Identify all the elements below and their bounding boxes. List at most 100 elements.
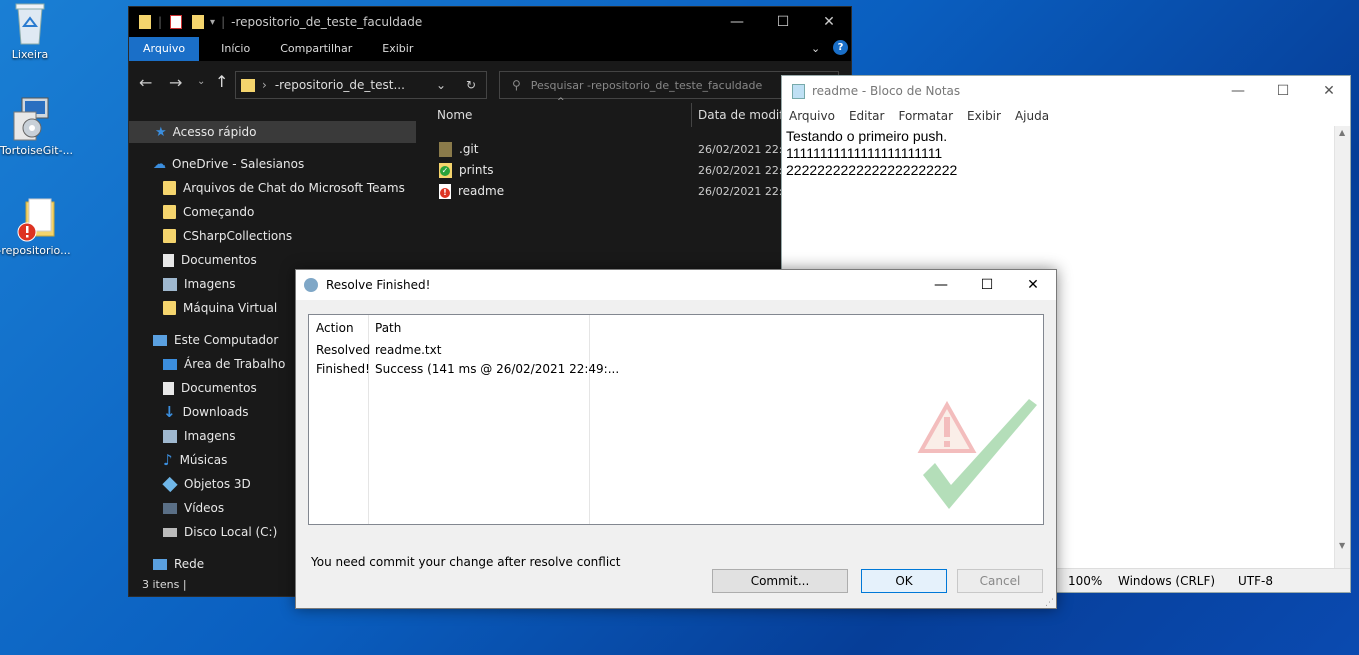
nav-item-imagens[interactable]: Imagens [163, 425, 235, 447]
minimize-button[interactable]: — [1215, 76, 1261, 106]
nav-item-documentos-od[interactable]: Documentos [163, 249, 257, 271]
tab-arquivo[interactable]: Arquivo [129, 37, 200, 61]
music-note-icon: ♪ [163, 451, 173, 469]
file-date: 26/02/2021 22:4 [698, 163, 790, 177]
tab-compartilhar[interactable]: Compartilhar [264, 37, 366, 61]
encoding: UTF-8 [1238, 574, 1273, 588]
nav-item-musicas[interactable]: ♪ Músicas [163, 449, 227, 471]
recent-locations-icon[interactable]: ⌄ [197, 76, 205, 87]
nav-label: CSharpCollections [183, 229, 293, 243]
nav-item-teams-chat[interactable]: Arquivos de Chat do Microsoft Teams [163, 177, 405, 199]
address-bar[interactable]: › -repositorio_de_test... ⌄ ↻ [235, 71, 487, 99]
close-button[interactable]: ✕ [1306, 76, 1352, 106]
nav-item-csharpcollections[interactable]: CSharpCollections [163, 225, 292, 247]
search-placeholder: Pesquisar -repositorio_de_teste_faculdad… [530, 78, 763, 92]
dialog-title: Resolve Finished! [326, 278, 431, 292]
desktop-icon-label: Lixeira [11, 48, 49, 61]
minimize-button[interactable]: — [714, 7, 760, 37]
column-header-name[interactable]: Nome [437, 108, 472, 122]
nav-label: Músicas [179, 453, 228, 467]
pictures-icon [163, 277, 177, 291]
nav-label: Arquivos de Chat do Microsoft Teams [183, 181, 405, 195]
resolve-result-list[interactable]: Action Path Resolved readme.txt Finished… [308, 314, 1044, 525]
help-icon[interactable]: ? [833, 40, 848, 55]
customize-toolbar-icon[interactable]: ▾ [210, 17, 215, 28]
up-arrow-icon[interactable]: ↑ [215, 72, 228, 91]
nav-item-disco-local[interactable]: Disco Local (C:) [163, 521, 277, 543]
nav-label: Rede [174, 557, 205, 571]
nav-item-downloads[interactable]: ↓ Downloads [163, 401, 248, 423]
minimize-button[interactable]: — [918, 270, 964, 300]
nav-item-videos[interactable]: Vídeos [163, 497, 224, 519]
notepad-title: readme - Bloco de Notas [812, 84, 961, 98]
desktop-icon-label: TortoiseGit-... [0, 144, 74, 157]
vertical-scrollbar[interactable]: ▲ ▼ [1334, 126, 1350, 568]
back-arrow-icon[interactable]: ← [139, 73, 152, 92]
cancel-button[interactable]: Cancel [957, 569, 1043, 593]
properties-icon[interactable] [170, 15, 183, 29]
nav-item-comecando[interactable]: Começando [163, 201, 254, 223]
new-folder-icon[interactable] [192, 15, 205, 29]
nav-item-documentos[interactable]: Documentos [163, 377, 257, 399]
nav-item-objetos-3d[interactable]: Objetos 3D [162, 473, 251, 495]
close-button[interactable]: ✕ [1010, 270, 1056, 300]
refresh-icon[interactable]: ↻ [466, 78, 476, 92]
menu-arquivo[interactable]: Arquivo [782, 109, 842, 123]
tab-exibir[interactable]: Exibir [366, 37, 427, 61]
breadcrumb-chevron-icon: › [262, 78, 267, 92]
file-name: .git [459, 142, 479, 156]
nav-item-maquina-virtual[interactable]: Máquina Virtual [163, 297, 277, 319]
menu-exibir[interactable]: Exibir [960, 109, 1008, 123]
notepad-icon [792, 83, 805, 99]
menu-formatar[interactable]: Formatar [891, 109, 960, 123]
nav-item-desktop[interactable]: Área de Trabalho [163, 353, 285, 375]
maximize-button[interactable]: ☐ [964, 270, 1010, 300]
resize-grip-icon[interactable]: ⋰ [1045, 598, 1054, 608]
scroll-down-icon[interactable]: ▼ [1339, 541, 1345, 550]
nav-item-imagens-od[interactable]: Imagens [163, 273, 235, 295]
close-button[interactable]: ✕ [806, 7, 852, 37]
dialog-title-bar[interactable]: Resolve Finished! — ☐ ✕ [296, 270, 1056, 300]
menu-ajuda[interactable]: Ajuda [1008, 109, 1056, 123]
address-dropdown-icon[interactable]: ⌄ [436, 78, 446, 92]
nav-network[interactable]: Rede [153, 553, 204, 573]
menu-editar[interactable]: Editar [842, 109, 892, 123]
column-header-path[interactable]: Path [375, 321, 401, 335]
desktop-icon-repositorio[interactable]: -repositorio... [0, 196, 74, 257]
ok-button[interactable]: OK [861, 569, 947, 593]
desktop-icon-tortoisegit[interactable]: TortoiseGit-... [0, 96, 74, 157]
column-header-date[interactable]: Data de modific [698, 108, 793, 122]
expand-ribbon-icon[interactable]: ⌄ [811, 37, 820, 61]
folder-icon [139, 15, 151, 29]
nav-label: Downloads [182, 405, 249, 419]
maximize-button[interactable]: ☐ [760, 7, 806, 37]
sort-ascending-icon: ^ [557, 97, 565, 107]
explorer-title-bar[interactable]: | ▾ | -repositorio_de_teste_faculdade — … [129, 7, 851, 37]
document-icon [163, 253, 174, 267]
folder-icon [163, 301, 176, 315]
desktop-icon [163, 358, 177, 370]
pictures-icon [163, 429, 177, 443]
nav-label: Vídeos [184, 501, 225, 515]
resolve-finished-dialog[interactable]: Resolve Finished! — ☐ ✕ Action Path Reso… [295, 269, 1057, 609]
notepad-title-bar[interactable]: readme - Bloco de Notas — ☐ ✕ [782, 76, 1350, 106]
desktop-icon-recycle-bin[interactable]: Lixeira [0, 0, 70, 61]
video-icon [163, 502, 177, 514]
nav-this-pc[interactable]: Este Computador [153, 329, 278, 351]
nav-quick-access[interactable]: ★ Acesso rápido [155, 121, 257, 143]
success-checkmark-icon [917, 399, 1037, 509]
row-path: Success (141 ms @ 26/02/2021 22:49:... [375, 362, 620, 376]
forward-arrow-icon[interactable]: → [169, 73, 182, 92]
scroll-up-icon[interactable]: ▲ [1339, 128, 1345, 137]
column-header-action[interactable]: Action [316, 321, 354, 335]
computer-icon [153, 334, 167, 346]
maximize-button[interactable]: ☐ [1260, 76, 1306, 106]
download-arrow-icon: ↓ [163, 403, 176, 421]
folder-conflict-icon [12, 196, 56, 242]
commit-button[interactable]: Commit... [712, 569, 848, 593]
file-name: readme [458, 184, 505, 198]
tab-inicio[interactable]: Início [199, 37, 264, 61]
nav-onedrive[interactable]: ☁ OneDrive - Salesianos [153, 153, 304, 175]
nav-label: Disco Local (C:) [184, 525, 278, 539]
star-icon: ★ [155, 124, 167, 140]
